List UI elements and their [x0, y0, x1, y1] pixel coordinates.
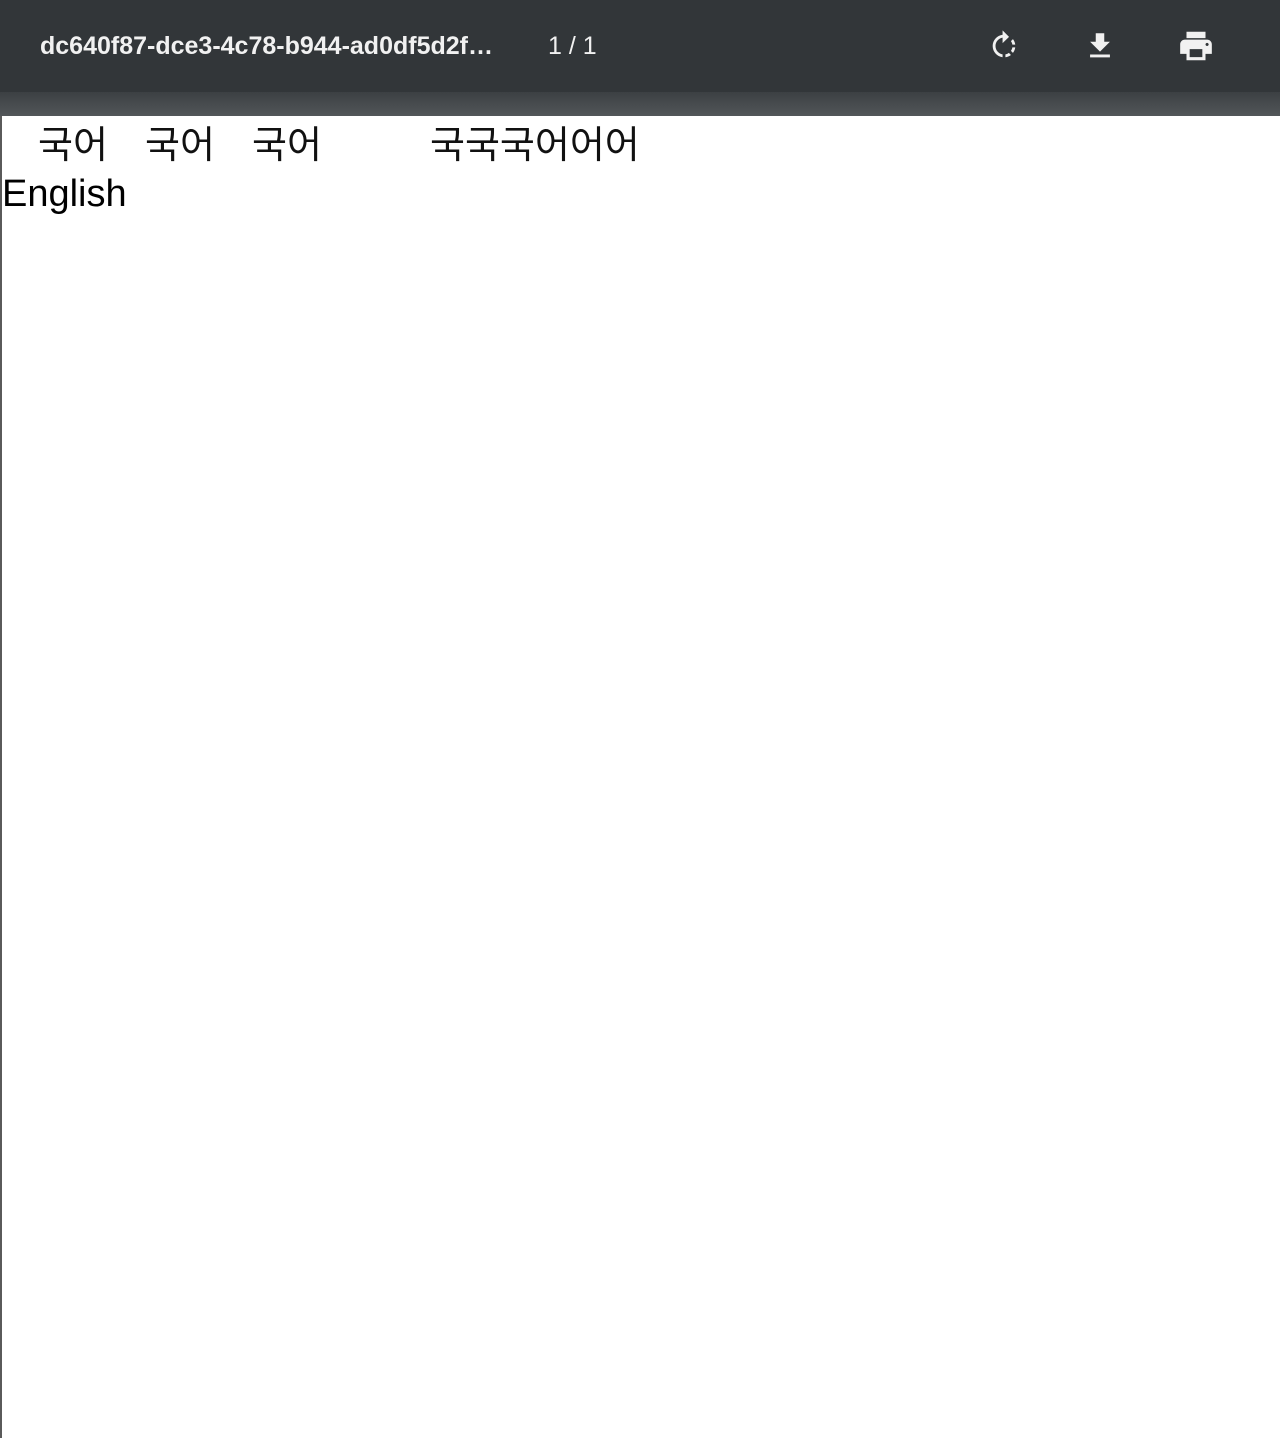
print-button[interactable]: [1172, 22, 1220, 70]
print-icon: [1177, 27, 1215, 65]
document-title: dc640f87-dce3-4c78-b944-ad0df5d2f…: [40, 32, 493, 60]
toolbar-shadow: [0, 92, 1280, 116]
english-text-line: English: [2, 173, 127, 215]
rotate-clockwise-icon: [987, 29, 1021, 63]
pdf-page: 국어 국어 국어 국국국어어어 English: [0, 116, 1280, 1438]
korean-text-line: 국어 국어 국어 국국국어어어: [2, 122, 702, 168]
korean-text-segment: 국국국어어어: [430, 123, 640, 167]
page-counter: 1 / 1: [548, 32, 597, 60]
rotate-button[interactable]: [980, 22, 1028, 70]
pdf-toolbar: dc640f87-dce3-4c78-b944-ad0df5d2f… 1 / 1: [0, 0, 1280, 92]
korean-text-segment: 국어: [38, 123, 108, 167]
download-icon: [1083, 29, 1117, 63]
download-button[interactable]: [1076, 22, 1124, 70]
korean-text-segment: 국어: [252, 123, 322, 167]
korean-text-segment: 국어: [145, 123, 215, 167]
